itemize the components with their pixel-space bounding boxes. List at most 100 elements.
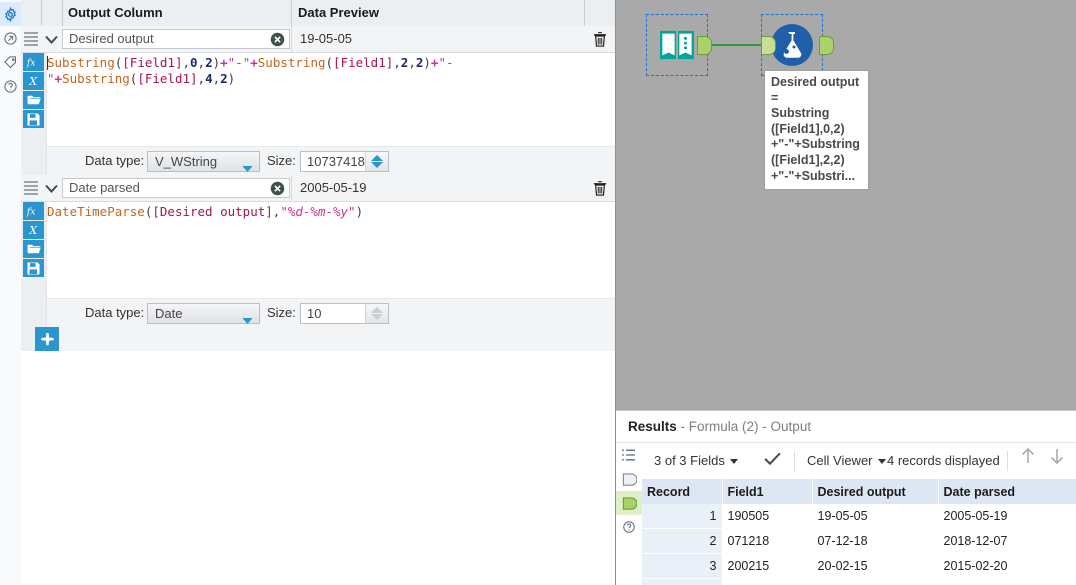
delete-formula-button-1[interactable] xyxy=(584,175,615,201)
table-row[interactable]: 2 071218 07-12-18 2018-12-07 xyxy=(642,529,1076,554)
results-table: Record Field1 Desired output Date parsed… xyxy=(642,479,1076,585)
chevron-down-icon[interactable] xyxy=(41,26,61,52)
cell-date-parsed[interactable]: 2005-02-10 xyxy=(938,579,1076,585)
cell-desired-output[interactable]: 20-02-15 xyxy=(812,554,938,579)
output-column-name-input-1[interactable]: Date parsed xyxy=(62,178,290,198)
configuration-body: Output Column Data Preview Desired outpu… xyxy=(21,0,615,584)
formula-toolbar-1: fx X xyxy=(21,202,47,327)
chevron-down-icon xyxy=(730,459,738,464)
cell-field1[interactable]: 100205 xyxy=(722,579,812,585)
cell-date-parsed[interactable]: 2018-12-07 xyxy=(938,529,1076,554)
table-row[interactable]: 4 100205 10-02-05 2005-02-10 xyxy=(642,579,1076,585)
formula-expression-1[interactable]: DateTimeParse([Desired output],"%d-%m-%y… xyxy=(47,204,611,220)
chevron-down-icon[interactable] xyxy=(41,175,61,201)
scroll-up-button[interactable] xyxy=(1020,443,1036,479)
cell-date-parsed[interactable]: 2005-05-19 xyxy=(938,504,1076,529)
fields-selector[interactable]: 3 of 3 Fields xyxy=(654,443,738,479)
data-type-select-1[interactable]: Date xyxy=(147,303,260,324)
annotation-line-4: ([Field1],2,2) xyxy=(771,153,862,169)
tag-icon[interactable] xyxy=(0,50,21,74)
formula-footer-0: Data type: V_WString Size: 1073741823 xyxy=(47,146,615,175)
column-header-field1[interactable]: Field1 xyxy=(722,479,812,504)
list-view-icon[interactable] xyxy=(616,443,642,467)
table-row[interactable]: 1 190505 19-05-05 2005-05-19 xyxy=(642,504,1076,529)
fx-icon[interactable]: fx xyxy=(23,53,44,71)
results-panel: Results - Formula (2) - Output xyxy=(615,410,1076,585)
connection-wire[interactable] xyxy=(705,44,768,46)
cell-field1[interactable]: 071218 xyxy=(722,529,812,554)
formula-header-row-0[interactable]: Desired output 19-05-05 xyxy=(21,26,615,53)
size-input-1[interactable]: 10 xyxy=(300,303,389,324)
cell-field1[interactable]: 190505 xyxy=(722,504,812,529)
column-header-record[interactable]: Record xyxy=(642,479,722,504)
formula-block-1: Date parsed 2005-05-19 xyxy=(21,175,615,327)
chevron-down-icon xyxy=(242,312,253,327)
output-anchor-icon[interactable] xyxy=(616,491,642,515)
cell-date-parsed[interactable]: 2015-02-20 xyxy=(938,554,1076,579)
size-stepper-1[interactable] xyxy=(365,304,388,323)
column-header-desired-output[interactable]: Desired output xyxy=(812,479,938,504)
workflow-canvas[interactable]: Desired output = Substring ([Field1],0,2… xyxy=(615,0,1076,410)
table-row[interactable]: 3 200215 20-02-15 2015-02-20 xyxy=(642,554,1076,579)
cell-desired-output[interactable]: 10-02-05 xyxy=(812,579,938,585)
formula-editor-1[interactable]: fx X DateTimeParse([Desired output],"%d-… xyxy=(21,202,615,328)
cell-viewer-selector[interactable]: Cell Viewer xyxy=(807,443,886,479)
configuration-icon-rail xyxy=(0,0,22,584)
configuration-panel: Output Column Data Preview Desired outpu… xyxy=(0,0,615,584)
annotation-line-5: +"-"+Substri... xyxy=(771,169,862,185)
results-title: Results xyxy=(628,419,677,434)
gear-icon[interactable] xyxy=(0,2,21,26)
save-disk-icon[interactable] xyxy=(23,259,44,277)
open-folder-icon[interactable] xyxy=(23,240,44,258)
column-header-date-parsed[interactable]: Date parsed xyxy=(938,479,1076,504)
open-folder-icon[interactable] xyxy=(23,91,44,109)
svg-text:X: X xyxy=(28,75,38,88)
help-circle-icon[interactable] xyxy=(616,515,642,539)
annotation-line-2: ([Field1],0,2) xyxy=(771,122,862,138)
annotation-line-3: +"-"+Substring xyxy=(771,137,862,153)
cell-record[interactable]: 1 xyxy=(642,504,722,529)
output-column-name-input-0[interactable]: Desired output xyxy=(62,29,290,49)
cell-desired-output[interactable]: 07-12-18 xyxy=(812,529,938,554)
formula-toolbar-0: fx X xyxy=(21,53,47,175)
cell-desired-output[interactable]: 19-05-05 xyxy=(812,504,938,529)
variable-x-icon[interactable]: X xyxy=(23,221,44,239)
results-data-grid[interactable]: Record Field1 Desired output Date parsed… xyxy=(642,479,1076,585)
drag-handle-icon[interactable] xyxy=(24,181,38,194)
clear-icon[interactable] xyxy=(270,181,285,196)
scroll-down-button[interactable] xyxy=(1049,443,1065,479)
formula-header-row-1[interactable]: Date parsed 2005-05-19 xyxy=(21,175,615,202)
clear-icon[interactable] xyxy=(270,32,285,47)
drag-handle-icon[interactable] xyxy=(24,32,38,45)
cell-record[interactable]: 2 xyxy=(642,529,722,554)
cell-record[interactable]: 4 xyxy=(642,579,722,585)
cell-record[interactable]: 3 xyxy=(642,554,722,579)
apply-check-button[interactable] xyxy=(764,443,781,479)
table-header-row: Record Field1 Desired output Date parsed xyxy=(642,479,1076,504)
formula-block-0: Desired output 19-05-05 xyxy=(21,26,615,175)
chevron-down-icon xyxy=(242,160,253,175)
data-type-select-0[interactable]: V_WString xyxy=(147,151,260,172)
add-formula-button[interactable] xyxy=(35,327,59,351)
delete-formula-button-0[interactable] xyxy=(584,26,615,52)
input-anchor-icon[interactable] xyxy=(616,467,642,491)
fx-icon[interactable]: fx xyxy=(23,202,44,220)
formula-footer-1: Data type: Date Size: 10 xyxy=(47,298,615,327)
size-label-1: Size: xyxy=(267,299,296,327)
svg-text:fx: fx xyxy=(26,206,36,217)
results-subtitle: - Formula (2) - Output xyxy=(681,419,812,434)
variable-x-icon[interactable]: X xyxy=(23,72,44,90)
formula-expression-0[interactable]: Substring([Field1],0,2)+"-"+Substring([F… xyxy=(47,55,611,86)
formula-editor-0[interactable]: fx X Substring([Field1],0,2)+"-"+ xyxy=(21,53,615,176)
size-stepper-0[interactable] xyxy=(365,152,388,171)
book-icon xyxy=(658,28,696,62)
save-disk-icon[interactable] xyxy=(23,110,44,128)
alteryx-designer-window: Output Column Data Preview Desired outpu… xyxy=(0,0,1076,584)
header-data-preview: Data Preview xyxy=(298,0,379,26)
records-displayed-label: 4 records displayed xyxy=(887,443,1000,479)
arrow-circle-icon[interactable] xyxy=(0,26,21,50)
cell-field1[interactable]: 200215 xyxy=(722,554,812,579)
help-circle-icon[interactable] xyxy=(0,74,21,98)
size-input-0[interactable]: 1073741823 xyxy=(300,151,389,172)
chevron-down-icon xyxy=(878,459,886,464)
